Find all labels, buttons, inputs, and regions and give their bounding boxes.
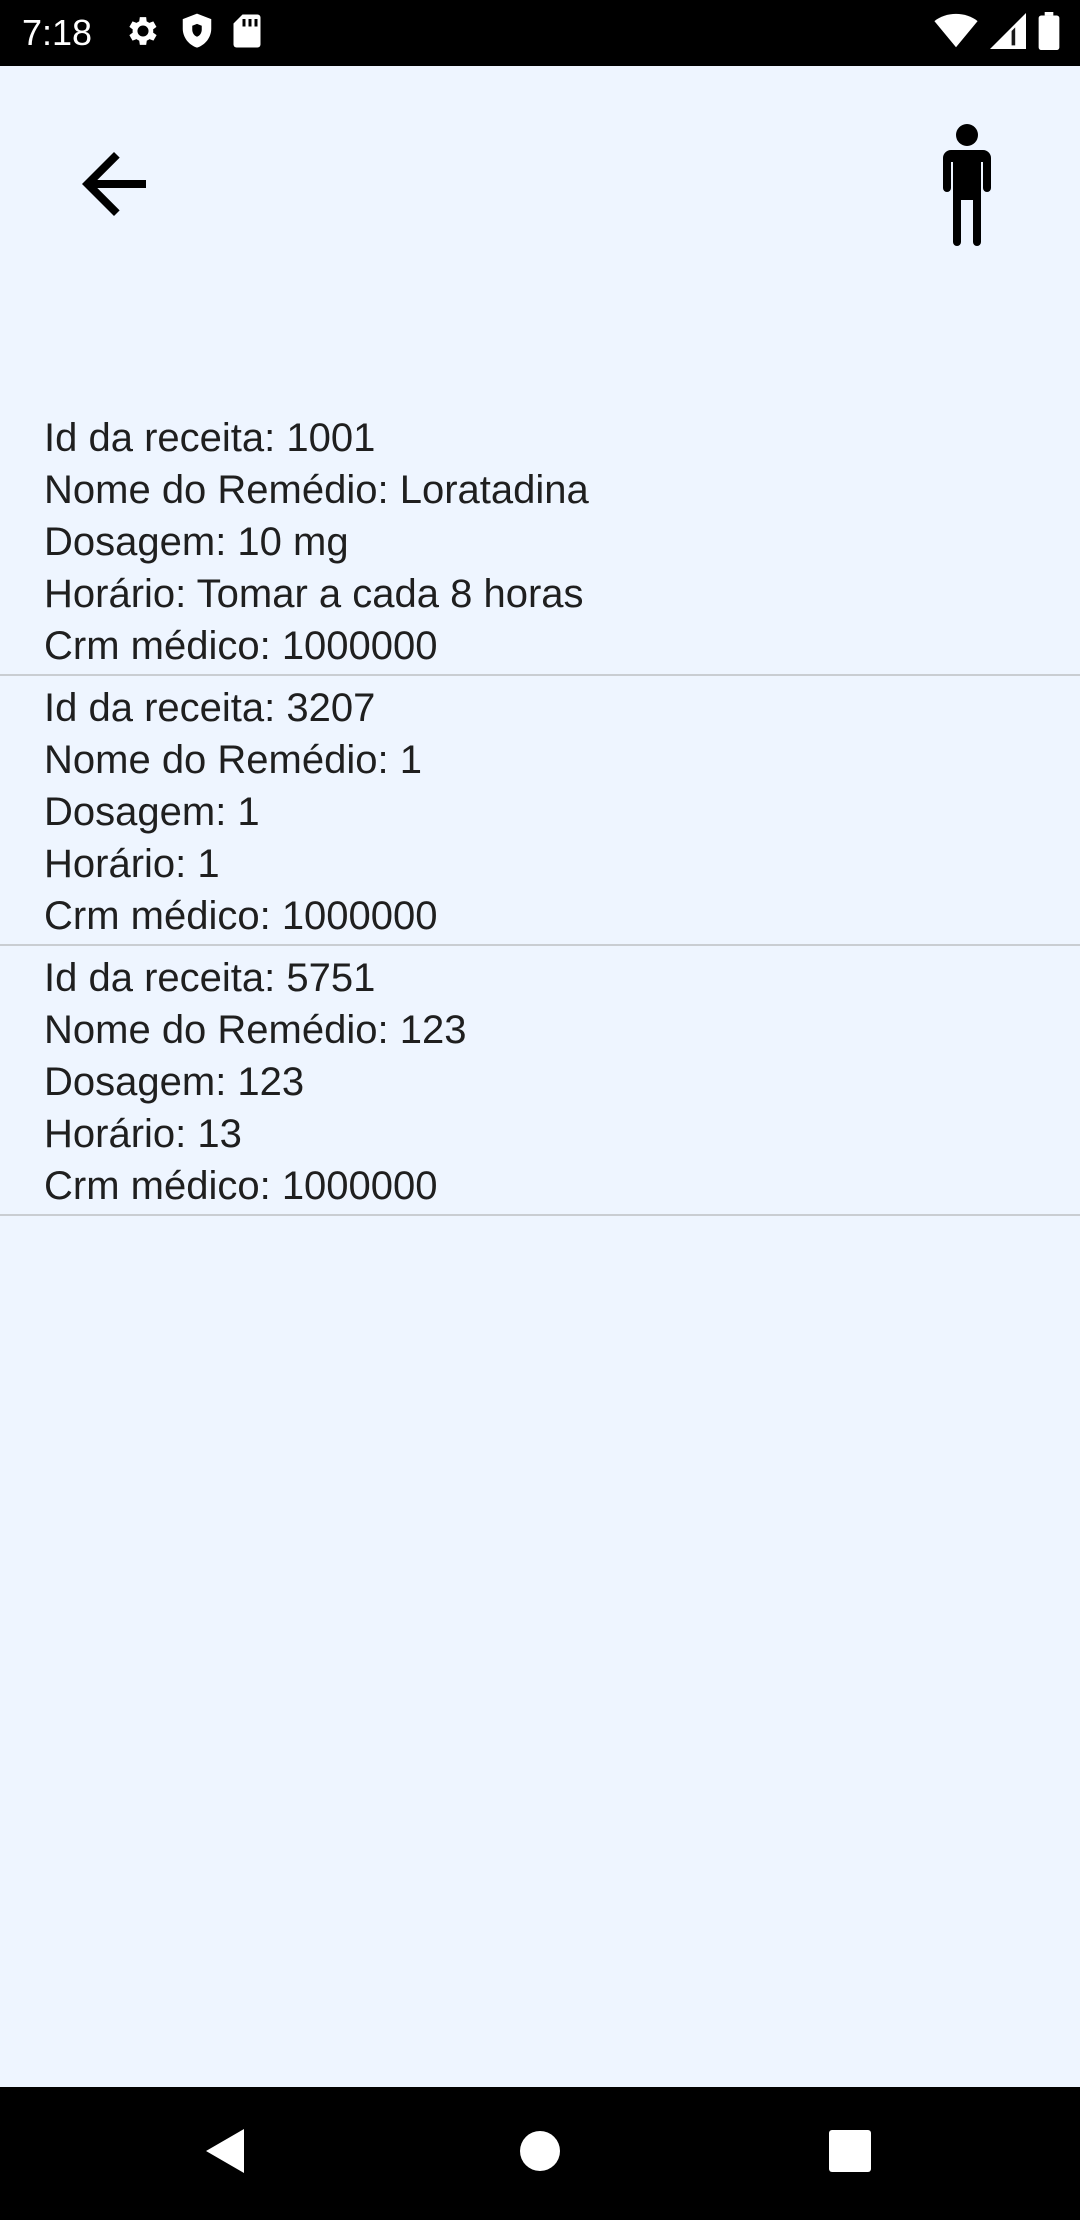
- medicine-name: Nome do Remédio: Loratadina: [44, 468, 589, 512]
- nav-recents-button[interactable]: [790, 2087, 910, 2220]
- person-icon: [941, 123, 993, 251]
- triangle-back-icon: [204, 2127, 248, 2180]
- doctor-crm: Crm médico: 1000000: [44, 1164, 438, 1208]
- nav-back-button[interactable]: [166, 2087, 286, 2220]
- schedule: Horário: Tomar a cada 8 horas: [44, 572, 584, 616]
- profile-button[interactable]: [912, 112, 1022, 262]
- nav-home-button[interactable]: [480, 2087, 600, 2220]
- medicine-name: Nome do Remédio: 1: [44, 738, 422, 782]
- prescription-id: Id da receita: 5751: [44, 956, 376, 1000]
- medicine-name: Nome do Remédio: 123: [44, 1008, 467, 1052]
- prescription-id: Id da receita: 3207: [44, 686, 376, 730]
- signal-icon: [990, 12, 1026, 54]
- status-right-icons: [934, 11, 1060, 55]
- dosage: Dosagem: 1: [44, 790, 260, 834]
- doctor-crm: Crm médico: 1000000: [44, 894, 438, 938]
- prescription-item[interactable]: Id da receita: 1001 Nome do Remédio: Lor…: [0, 406, 1080, 676]
- status-bar: 7:18: [0, 0, 1080, 66]
- prescription-list: Id da receita: 1001 Nome do Remédio: Lor…: [0, 406, 1080, 1216]
- navigation-bar: [0, 2087, 1080, 2220]
- schedule: Horário: 13: [44, 1112, 242, 1156]
- dosage: Dosagem: 10 mg: [44, 520, 349, 564]
- status-time: 7:18: [22, 12, 93, 53]
- wifi-icon: [934, 13, 978, 54]
- app-content: Id da receita: 1001 Nome do Remédio: Lor…: [0, 66, 1080, 2087]
- doctor-crm: Crm médico: 1000000: [44, 624, 438, 668]
- prescription-item[interactable]: Id da receita: 3207 Nome do Remédio: 1 D…: [0, 676, 1080, 946]
- prescription-id: Id da receita: 1001: [44, 416, 376, 460]
- sd-card-icon: [232, 13, 262, 54]
- status-left-icons: [124, 13, 262, 53]
- square-recents-icon: [829, 2130, 871, 2177]
- dosage: Dosagem: 123: [44, 1060, 305, 1104]
- circle-home-icon: [518, 2129, 562, 2178]
- shield-icon: [180, 12, 214, 55]
- prescription-item[interactable]: Id da receita: 5751 Nome do Remédio: 123…: [0, 946, 1080, 1216]
- schedule: Horário: 1: [44, 842, 220, 886]
- back-button[interactable]: [54, 126, 174, 246]
- gear-icon: [124, 12, 162, 55]
- arrow-left-icon: [66, 136, 162, 237]
- battery-icon: [1038, 11, 1060, 55]
